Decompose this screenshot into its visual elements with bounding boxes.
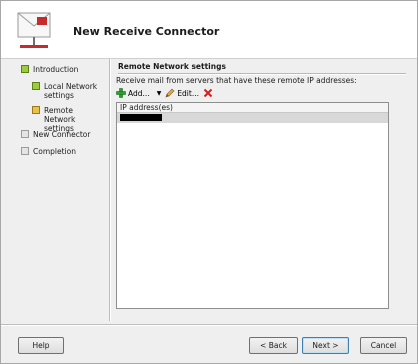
step-label: Remote Network settings: [44, 106, 76, 133]
wizard-title: New Receive Connector: [73, 25, 220, 38]
add-button[interactable]: Add...: [116, 88, 150, 98]
step-introduction[interactable]: Introduction: [21, 65, 78, 74]
section-title: Remote Network settings: [118, 62, 226, 71]
remove-button[interactable]: [203, 88, 213, 98]
wizard-steps: Introduction Local Network settings Remo…: [1, 59, 109, 324]
step-pending-icon: [21, 130, 29, 138]
next-button[interactable]: Next >: [302, 337, 349, 354]
section-divider: [118, 73, 406, 75]
help-button[interactable]: Help: [18, 337, 64, 354]
delete-icon: [203, 88, 213, 98]
ip-address-list[interactable]: IP address(es): [116, 102, 389, 309]
edit-label: Edit...: [177, 88, 199, 98]
pencil-icon: [165, 88, 175, 98]
footer-divider: [1, 324, 417, 326]
edit-button[interactable]: Edit...: [165, 88, 199, 98]
step-complete-icon: [21, 65, 29, 73]
wizard-window: New Receive Connector Introduction Local…: [0, 0, 418, 364]
redacted-ip-address: [120, 114, 162, 121]
add-dropdown-arrow-icon[interactable]: ▼: [157, 90, 162, 97]
receive-connector-icon: [17, 12, 51, 48]
step-label: New Connector: [33, 130, 91, 139]
content-panel: Remote Network settings Receive mail fro…: [111, 59, 417, 324]
description-text: Receive mail from servers that have thes…: [116, 76, 357, 85]
step-label: Completion: [33, 147, 76, 156]
list-toolbar: Add... ▼ Edit...: [116, 87, 217, 99]
add-icon: [116, 88, 126, 98]
step-local-network-settings[interactable]: Local Network settings: [32, 82, 104, 100]
step-completion[interactable]: Completion: [21, 147, 76, 156]
step-label: Local Network settings: [44, 82, 98, 100]
step-new-connector[interactable]: New Connector: [21, 130, 90, 139]
step-remote-network-settings[interactable]: Remote Network settings: [32, 106, 104, 133]
step-label: Introduction: [33, 65, 79, 74]
cancel-button[interactable]: Cancel: [360, 337, 407, 354]
add-label: Add...: [128, 88, 150, 98]
step-pending-icon: [21, 147, 29, 155]
column-header-ip-address[interactable]: IP address(es): [117, 103, 388, 113]
back-button[interactable]: < Back: [249, 337, 298, 354]
step-complete-icon: [32, 82, 40, 90]
list-row[interactable]: [117, 113, 388, 123]
step-current-icon: [32, 106, 40, 114]
wizard-header: New Receive Connector: [1, 1, 417, 59]
